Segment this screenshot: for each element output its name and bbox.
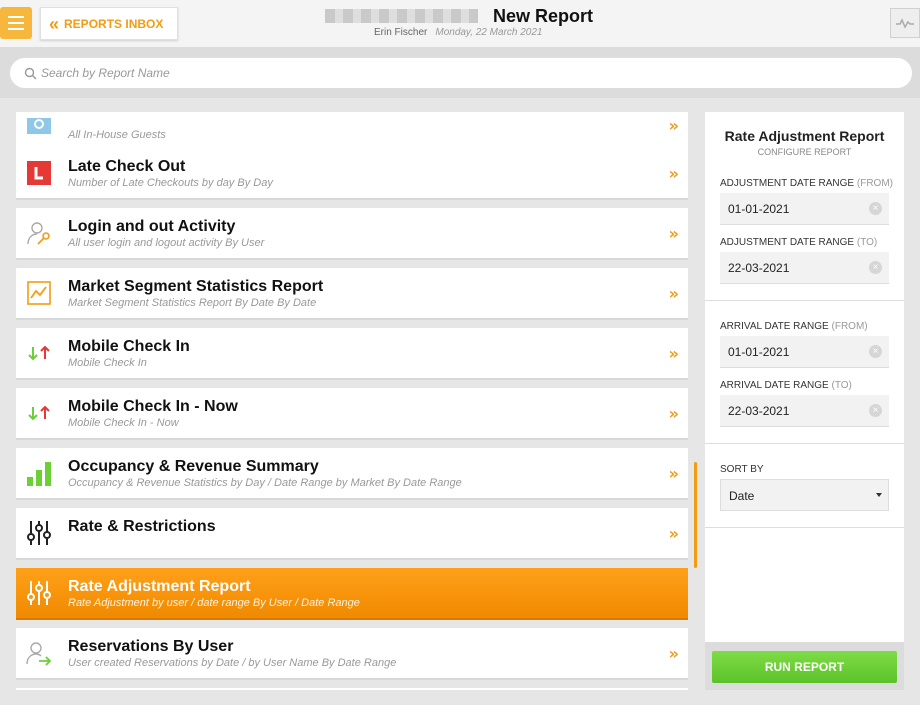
chevron-right-icon: » xyxy=(668,464,679,483)
report-row-reservations-by-user[interactable]: Reservations By User User created Reserv… xyxy=(16,628,688,680)
sort-by-select[interactable]: Date xyxy=(720,479,889,511)
blurred-hotel-name xyxy=(325,9,478,23)
adj-to-label: ADJUSTMENT DATE RANGE (TO) xyxy=(720,237,878,248)
user-key-icon xyxy=(26,220,52,246)
divider xyxy=(705,443,904,444)
report-desc: Rate Adjustment by user / date range By … xyxy=(68,597,360,609)
clear-icon[interactable]: × xyxy=(869,202,882,215)
report-row-mobile-check-in[interactable]: Mobile Check In Mobile Check In » xyxy=(16,328,688,380)
report-row-next[interactable] xyxy=(16,688,688,690)
report-desc: User created Reservations by Date / by U… xyxy=(68,657,397,669)
chevron-right-icon: » xyxy=(668,284,679,303)
search-bar xyxy=(0,48,920,98)
clear-icon[interactable]: × xyxy=(869,404,882,417)
report-desc: Mobile Check In - Now xyxy=(68,417,179,429)
report-name: Rate & Restrictions xyxy=(68,518,216,535)
report-desc: All user login and logout activity By Us… xyxy=(68,237,265,249)
search-icon xyxy=(24,67,37,79)
report-row-mobile-check-in-now[interactable]: Mobile Check In - Now Mobile Check In - … xyxy=(16,388,688,440)
bar-chart-icon xyxy=(26,460,52,486)
chevron-right-icon: » xyxy=(668,224,679,243)
reports-inbox-label: REPORTS INBOX xyxy=(64,16,164,31)
report-name: Mobile Check In xyxy=(68,338,190,355)
arr-to-field[interactable]: 22-03-2021 × xyxy=(720,395,889,427)
chevron-right-icon: » xyxy=(668,524,679,543)
chevron-right-icon: » xyxy=(668,164,679,183)
report-row-login-activity[interactable]: Login and out Activity All user login an… xyxy=(16,208,688,260)
run-report-button[interactable]: RUN REPORT xyxy=(712,651,897,683)
report-row-late-check-out[interactable]: Late Check Out Number of Late Checkouts … xyxy=(16,148,688,200)
divider xyxy=(705,300,904,301)
caret-down-icon xyxy=(876,493,882,497)
run-report-area: RUN REPORT xyxy=(705,642,904,690)
menu-icon[interactable] xyxy=(0,7,32,39)
report-row-in-house[interactable]: All In-House Guests » xyxy=(16,112,688,152)
configure-panel: Rate Adjustment Report CONFIGURE REPORT … xyxy=(705,112,904,642)
report-name: Market Segment Statistics Report xyxy=(68,278,324,295)
search-input[interactable] xyxy=(41,66,741,80)
activity-trend-button[interactable] xyxy=(890,8,920,38)
line-chart-icon xyxy=(26,280,52,306)
list-scrollbar[interactable] xyxy=(694,462,697,568)
clear-icon[interactable]: × xyxy=(869,261,882,274)
activity-icon xyxy=(896,18,914,29)
panel-subtitle: CONFIGURE REPORT xyxy=(757,147,852,157)
panel-title: Rate Adjustment Report xyxy=(724,128,885,144)
sort-by-label: SORT BY xyxy=(720,464,764,475)
divider xyxy=(705,527,904,528)
report-desc: Mobile Check In xyxy=(68,357,147,369)
up-down-arrows-icon xyxy=(26,400,52,426)
sliders-icon xyxy=(26,580,52,606)
sliders-icon xyxy=(26,520,52,546)
search-box[interactable] xyxy=(9,57,913,89)
user-name: Erin Fischer xyxy=(374,27,428,38)
reports-inbox-button[interactable]: « REPORTS INBOX xyxy=(40,7,178,40)
report-desc: Market Segment Statistics Report By Date… xyxy=(68,297,317,309)
report-row-occupancy-revenue[interactable]: Occupancy & Revenue Summary Occupancy & … xyxy=(16,448,688,500)
chevron-right-icon: » xyxy=(668,344,679,363)
page-subtitle: Erin Fischer Monday, 22 March 2021 xyxy=(374,27,542,38)
chevron-right-icon: » xyxy=(668,404,679,423)
adj-to-field[interactable]: 22-03-2021 × xyxy=(720,252,889,284)
report-name: Reservations By User xyxy=(68,638,234,655)
adj-from-label: ADJUSTMENT DATE RANGE (FROM) xyxy=(720,178,893,189)
arr-from-field[interactable]: 01-01-2021 × xyxy=(720,336,889,368)
report-name: Login and out Activity xyxy=(68,218,236,235)
arr-from-label: ARRIVAL DATE RANGE (FROM) xyxy=(720,321,868,332)
late-checkout-icon xyxy=(26,160,52,186)
report-name: Rate Adjustment Report xyxy=(68,578,251,595)
user-arrow-icon xyxy=(26,640,52,666)
current-date: Monday, 22 March 2021 xyxy=(435,27,543,38)
double-chevron-left-icon: « xyxy=(49,13,59,34)
chevron-right-icon: » xyxy=(668,116,679,135)
report-name: Mobile Check In - Now xyxy=(68,398,238,415)
report-row-market-segment[interactable]: Market Segment Statistics Report Market … xyxy=(16,268,688,320)
chevron-right-icon: » xyxy=(668,644,679,663)
report-row-rate-adjustment[interactable]: Rate Adjustment Report Rate Adjustment b… xyxy=(16,568,688,620)
report-desc: All In-House Guests xyxy=(68,129,166,141)
in-house-icon xyxy=(26,114,52,140)
adj-from-field[interactable]: 01-01-2021 × xyxy=(720,193,889,225)
clear-icon[interactable]: × xyxy=(869,345,882,358)
report-name: Occupancy & Revenue Summary xyxy=(68,458,319,475)
report-row-rate-restrictions[interactable]: Rate & Restrictions » xyxy=(16,508,688,560)
arr-to-label: ARRIVAL DATE RANGE (TO) xyxy=(720,380,852,391)
report-name: Late Check Out xyxy=(68,158,186,175)
report-desc: Occupancy & Revenue Statistics by Day / … xyxy=(68,477,462,489)
page-title: New Report xyxy=(493,6,594,26)
report-list: All In-House Guests » Late Check Out Num… xyxy=(16,112,688,690)
header: « REPORTS INBOX New Report Erin Fischer M… xyxy=(0,0,920,48)
up-down-arrows-icon xyxy=(26,340,52,366)
report-desc: Number of Late Checkouts by day By Day xyxy=(68,177,273,189)
